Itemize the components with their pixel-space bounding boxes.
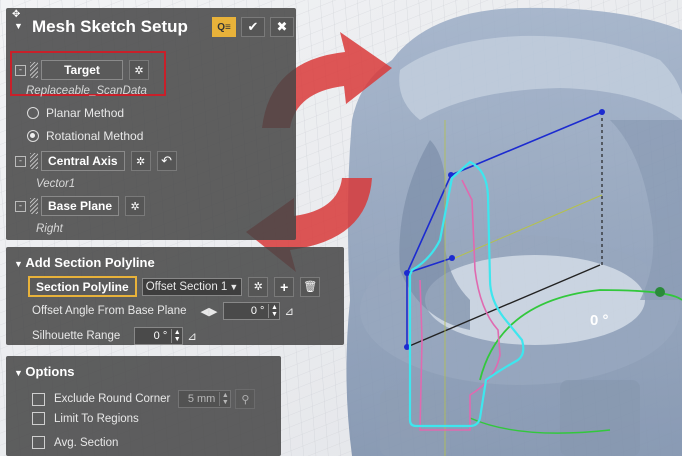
base-plane-button[interactable]: Base Plane — [41, 196, 120, 216]
options-title-row[interactable]: ▼ Options — [14, 364, 75, 379]
flip-direction-icon[interactable]: ◀▶ — [200, 305, 217, 318]
axis-collapse-toggle[interactable]: - — [15, 155, 26, 167]
section-title-row[interactable]: ▼ Add Section Polyline — [14, 255, 155, 270]
angle-icon[interactable]: ⊿ — [187, 329, 197, 343]
drag-grip-icon — [30, 62, 38, 78]
check-icon: ✔ — [247, 19, 259, 34]
planar-method-label: Planar Method — [46, 106, 125, 120]
preview-button[interactable]: Q≡ — [212, 17, 236, 37]
exclude-round-corner-label: Exclude Round Corner — [54, 393, 171, 405]
add-section-polyline-panel: ▼ Add Section Polyline Section Polyline … — [6, 247, 344, 345]
silhouette-range-value: 0 ° — [153, 330, 168, 342]
target-button[interactable]: Target — [41, 60, 123, 80]
axis-select-icon[interactable]: ✲ — [130, 151, 151, 171]
planar-radio[interactable] — [27, 107, 39, 119]
angle-icon[interactable]: ⊿ — [284, 304, 294, 318]
select-icon: ⚲ — [235, 389, 256, 409]
cancel-button[interactable]: ✖ — [270, 17, 294, 37]
dropdown-arrow-icon: ▼ — [229, 281, 239, 292]
exclude-round-corner-checkbox[interactable] — [32, 392, 45, 406]
options-panel: ▼ Options Exclude Round Corner 5 mm ▲ ▼ ⚲… — [6, 356, 281, 456]
round-corner-spinner: 5 mm ▲ ▼ — [178, 390, 232, 408]
add-icon[interactable]: + — [274, 276, 295, 297]
planar-method-option[interactable]: Planar Method — [27, 106, 124, 120]
section-title: Add Section Polyline — [25, 255, 155, 270]
collapse-triangle-icon: ▼ — [14, 259, 26, 269]
offset-angle-value: 0 ° — [250, 305, 265, 317]
offset-angle-spinner[interactable]: 0 ° ▲ ▼ — [223, 302, 281, 320]
target-collapse-toggle[interactable]: - — [15, 64, 26, 76]
delete-icon[interactable]: 🗑 — [300, 276, 321, 297]
silhouette-range-label: Silhouette Range — [32, 330, 121, 342]
panel-title: Mesh Sketch Setup — [32, 17, 188, 36]
axis-value: Vector1 — [36, 178, 76, 190]
avg-section-label: Avg. Section — [54, 436, 119, 449]
offset-section-value: Offset Section 1 — [145, 280, 228, 293]
angle-indicator: 0 ° — [590, 312, 609, 329]
plane-value: Right — [36, 223, 63, 235]
avg-section-checkbox[interactable] — [32, 436, 45, 449]
central-axis-button[interactable]: Central Axis — [41, 151, 125, 171]
rotation-handle — [655, 287, 665, 297]
drag-grip-icon — [30, 198, 38, 214]
rotational-method-label: Rotational Method — [46, 129, 144, 143]
preview-icon: Q≡ — [217, 21, 231, 33]
rotational-radio[interactable] — [27, 130, 39, 142]
plane-collapse-toggle[interactable]: - — [15, 200, 26, 212]
offset-section-dropdown[interactable]: Offset Section 1 ▼ — [141, 277, 243, 296]
close-icon: ✖ — [276, 19, 288, 34]
pin-icon[interactable]: ✥ — [12, 9, 20, 20]
collapse-triangle-icon: ▼ — [14, 368, 26, 378]
ok-button[interactable]: ✔ — [241, 17, 265, 37]
scan-mesh — [346, 7, 682, 456]
rotational-method-option[interactable]: Rotational Method — [27, 129, 143, 143]
select-entity-icon[interactable]: ✲ — [248, 276, 269, 297]
section-polyline-button[interactable]: Section Polyline — [28, 276, 137, 297]
drag-grip-icon — [30, 153, 38, 169]
offset-angle-label: Offset Angle From Base Plane — [32, 305, 187, 317]
limit-to-regions-label: Limit To Regions — [54, 412, 139, 425]
plane-select-icon[interactable]: ✲ — [125, 196, 146, 216]
limit-to-regions-checkbox[interactable] — [32, 412, 45, 425]
target-select-icon[interactable]: ✲ — [129, 60, 149, 80]
round-corner-value: 5 mm — [187, 393, 216, 405]
silhouette-range-spinner[interactable]: 0 ° ▲ ▼ — [134, 327, 184, 345]
target-value: Replaceable_ScanData — [26, 85, 147, 97]
collapse-triangle-icon[interactable]: ▼ — [14, 21, 23, 31]
options-title: Options — [25, 364, 75, 379]
undo-icon[interactable]: ↶ — [156, 151, 177, 171]
mesh-sketch-setup-panel: ✥ ▼ Mesh Sketch Setup Q≡ ✔ ✖ - Target ✲ … — [6, 8, 296, 240]
